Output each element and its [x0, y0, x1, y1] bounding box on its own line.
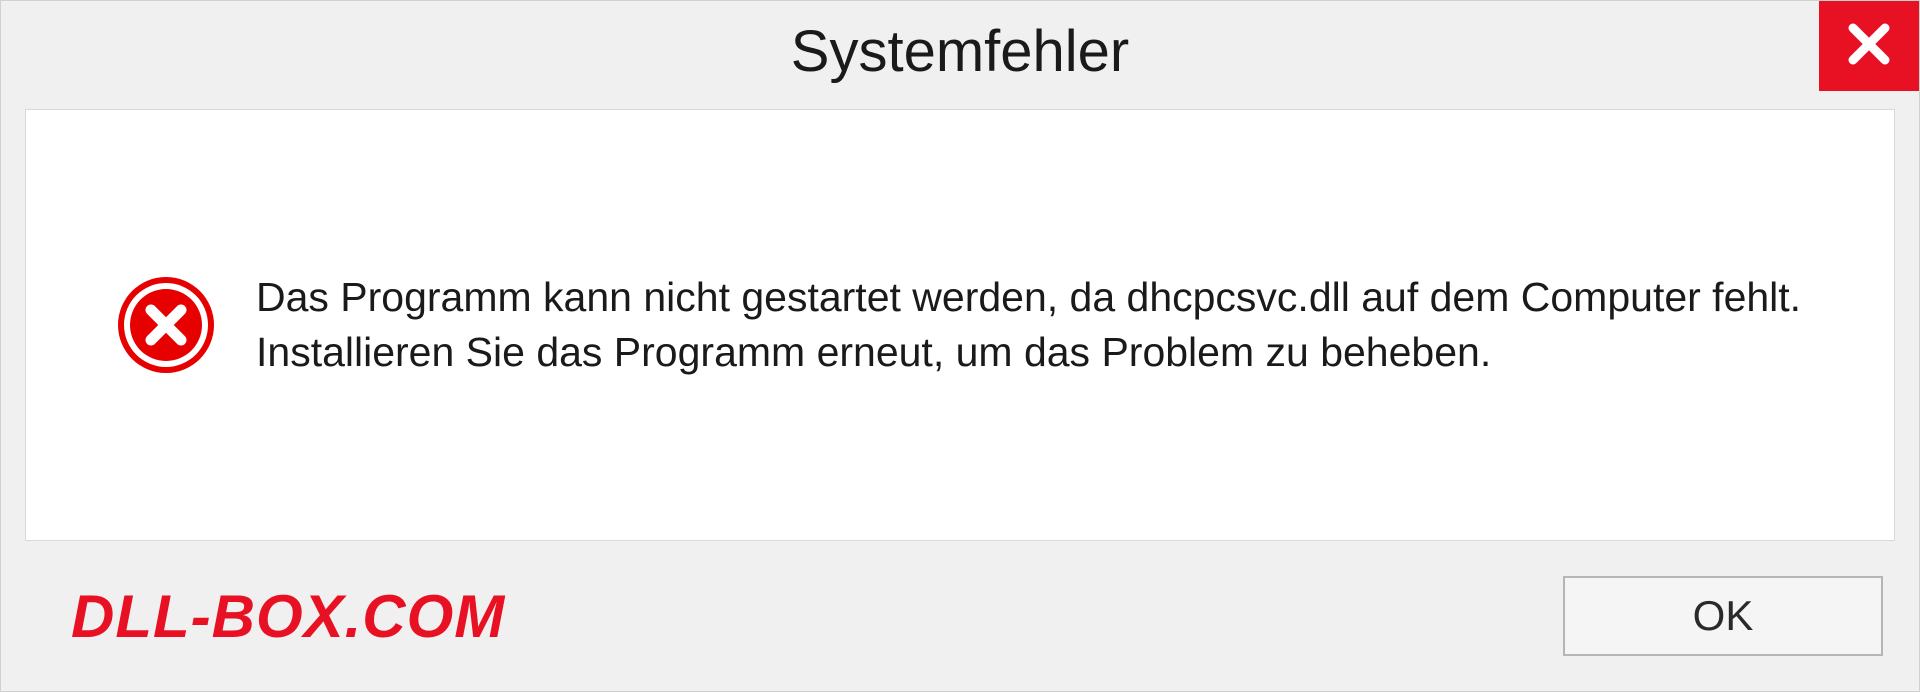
ok-button-label: OK: [1693, 592, 1754, 640]
content-panel: Das Programm kann nicht gestartet werden…: [25, 109, 1895, 541]
ok-button[interactable]: OK: [1563, 576, 1883, 656]
close-button[interactable]: [1819, 1, 1919, 91]
titlebar: Systemfehler: [1, 1, 1919, 101]
dialog-footer: DLL-BOX.COM OK: [1, 561, 1919, 691]
error-dialog: Systemfehler Das Programm kann nicht ges…: [0, 0, 1920, 692]
close-icon: [1845, 20, 1893, 73]
error-icon: [116, 275, 216, 375]
watermark-text: DLL-BOX.COM: [71, 582, 505, 651]
error-message: Das Programm kann nicht gestartet werden…: [256, 270, 1804, 381]
dialog-title: Systemfehler: [791, 18, 1129, 85]
